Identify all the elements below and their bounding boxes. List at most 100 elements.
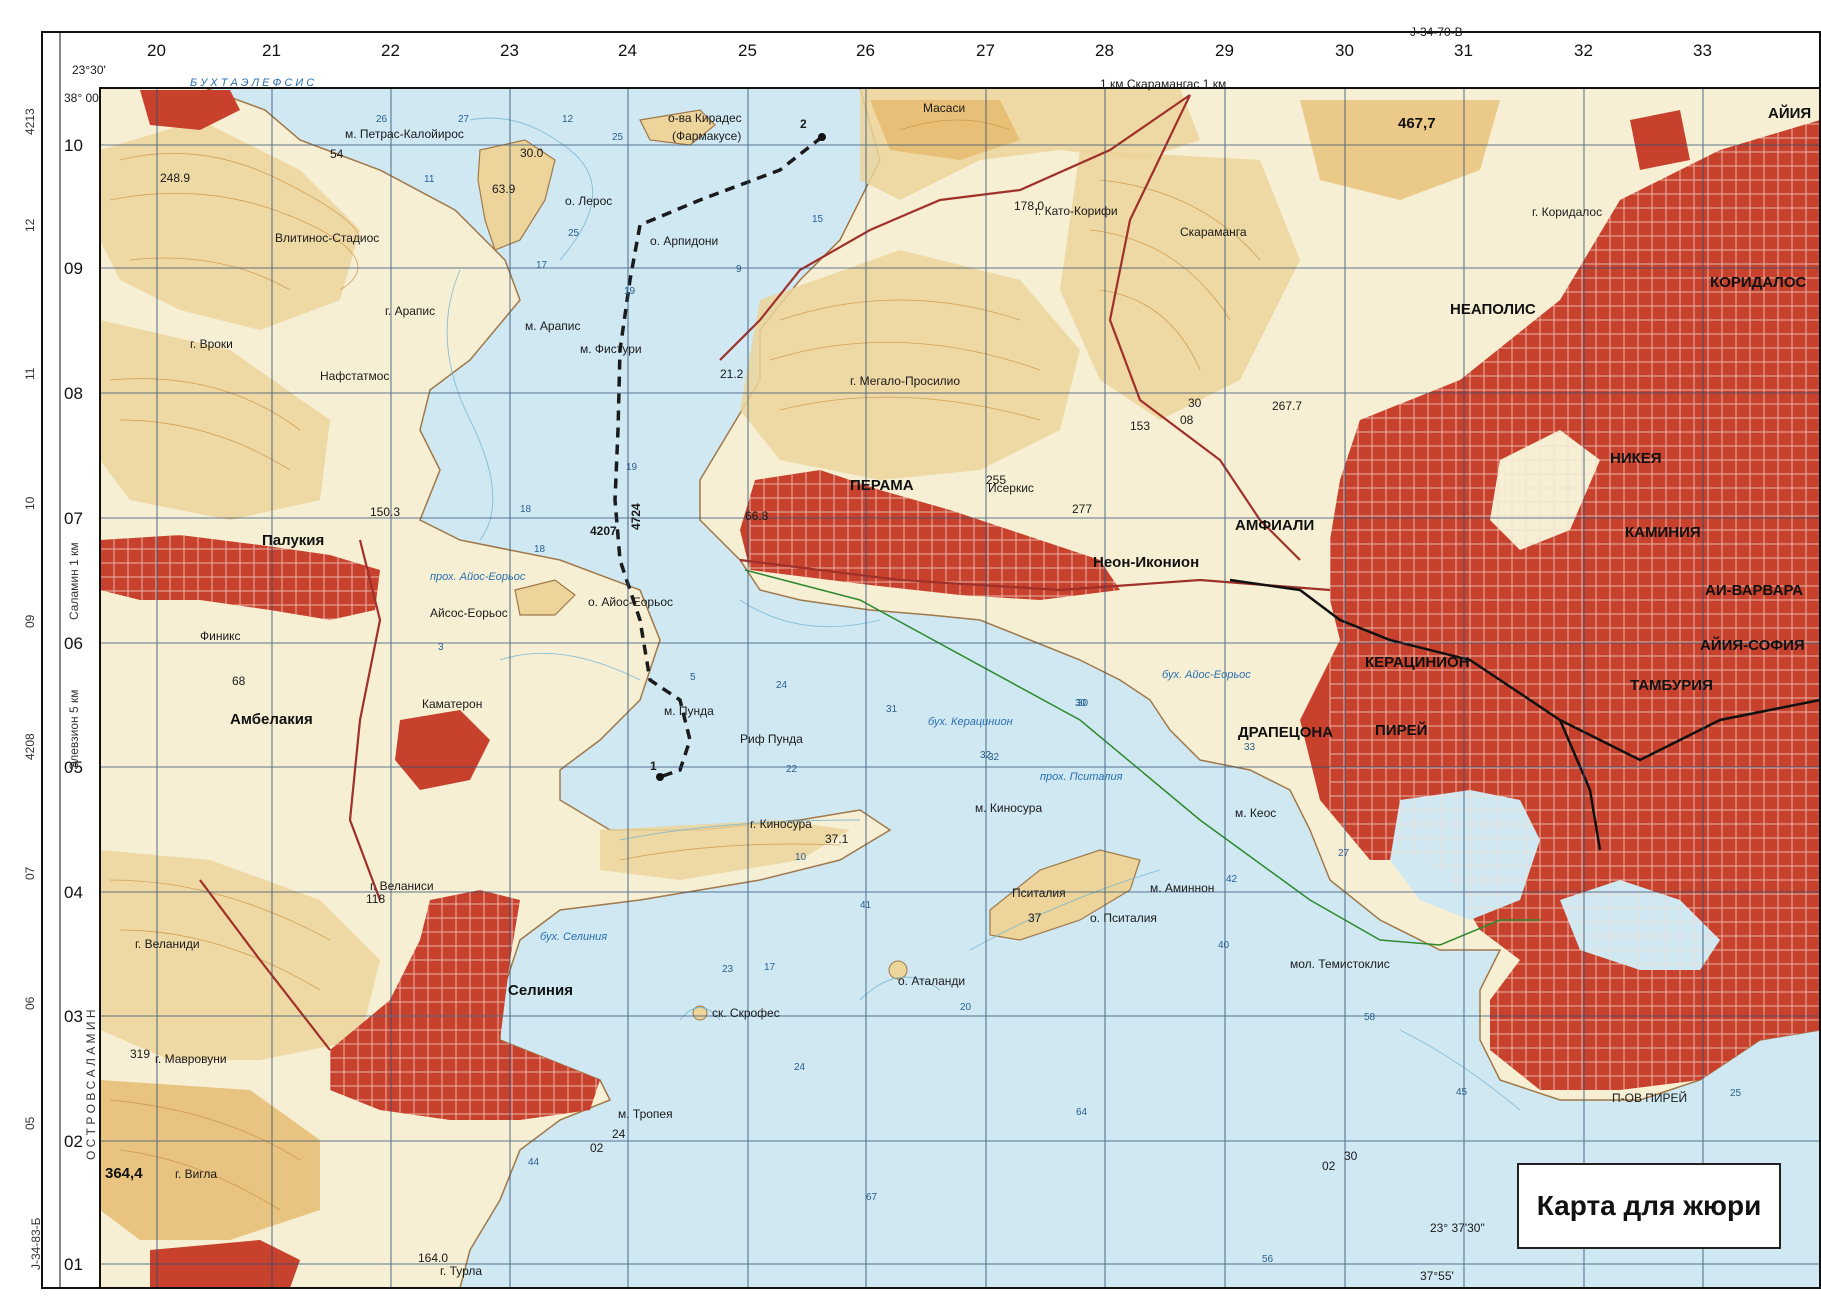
depth-value: 41: [860, 900, 872, 911]
label-tropea: м. Тропея: [618, 1107, 673, 1121]
label-keratsinion: КЕРАЦИНИОН: [1365, 654, 1470, 671]
depth-value: 17: [764, 962, 776, 973]
depth-value: 42: [1226, 874, 1238, 885]
label-rif-punda: Риф Пунда: [740, 732, 803, 746]
label-vroki: г. Вроки: [190, 337, 233, 351]
route-start-point: [656, 773, 664, 781]
spot-height: 164.0: [418, 1251, 448, 1265]
label-arapis2: г. Арапис: [385, 304, 435, 318]
spot-height: 178.0: [1014, 199, 1044, 213]
spot-height: 248.9: [160, 171, 190, 185]
depth-value: 64: [1076, 1107, 1088, 1118]
depth-value: 18: [520, 504, 532, 515]
depth-value: 22: [786, 764, 798, 775]
coord-mark: 30: [1344, 1149, 1358, 1163]
label-drapetsona: ДРАПЕЦОНА: [1238, 724, 1333, 741]
corner-bl-lat: 37°55': [1420, 1269, 1454, 1283]
depth-value: 5: [690, 672, 696, 683]
label-punda: м. Пунда: [664, 704, 714, 718]
depth-value: 30: [1075, 698, 1087, 709]
grid-y-label: 02: [64, 1132, 83, 1151]
depth-value: 19: [626, 462, 638, 473]
depth-value: 3: [438, 642, 444, 653]
depth-value: 25: [612, 132, 624, 143]
label-kinosura-g: г. Киносура: [750, 817, 812, 831]
coord-mark: 08: [1180, 413, 1194, 427]
label-vigla-h: 364,4: [105, 1165, 143, 1182]
route-label: 4724: [629, 503, 643, 530]
depth-value: 27: [1338, 848, 1350, 859]
left-scale-2: Элевзион 5 км: [67, 690, 81, 771]
depth-value: 10: [795, 852, 807, 863]
label-naftstatmos: Нафстатмос: [320, 369, 389, 383]
label-kamateron: Каматерон: [422, 697, 482, 711]
label-selinia-bay: бух. Селиния: [540, 931, 607, 943]
grid-x-label: 25: [738, 41, 757, 60]
grid-y-label: 01: [64, 1255, 83, 1274]
grid-x-label: 20: [147, 41, 166, 60]
grid-y-label: 08: [64, 384, 83, 403]
label-temistoklis: мол. Темистоклис: [1290, 957, 1390, 971]
label-p-ov-pirey: П-ОВ ПИРЕЙ: [1612, 1090, 1687, 1105]
label-kinosura-m: м. Киносура: [975, 801, 1042, 815]
route-label: 1: [650, 759, 657, 773]
spot-height: 66.8: [745, 509, 769, 523]
spot-height: 319: [130, 1047, 150, 1061]
label-ambelakia: Амбелакия: [230, 711, 313, 728]
coord-mark: 24: [612, 1127, 626, 1141]
grid-y-alt-label: 4213: [23, 108, 37, 135]
spot-height: 21.2: [720, 367, 744, 381]
label-leros: о. Лерос: [565, 194, 612, 208]
depth-value: 25: [1730, 1088, 1742, 1099]
label-keos: м. Кеос: [1235, 806, 1276, 820]
corner-lat: 38° 00': [64, 91, 101, 105]
spot-height: 255: [986, 473, 1006, 487]
label-fistoyri: м. Фистури: [580, 342, 642, 356]
depth-value: 11: [424, 174, 435, 185]
label-arapis: м. Арапис: [525, 319, 580, 333]
label-selinia: Селиния: [508, 982, 573, 999]
route-label: 4207: [590, 524, 617, 538]
spot-height: 277: [1072, 502, 1092, 516]
grid-y-label: 04: [64, 883, 83, 902]
label-mavrovuni: г. Мавровуни: [155, 1052, 227, 1066]
label-o-psitalia: о. Пситалия: [1090, 911, 1157, 925]
grid-y-alt-label: 05: [23, 1116, 37, 1130]
grid-y-label: 03: [64, 1007, 83, 1026]
spot-height: 118: [366, 892, 385, 906]
depth-value: 26: [376, 114, 388, 125]
label-skrofes: ск. Скрофес: [712, 1006, 780, 1020]
label-masasi: Масаси: [923, 101, 965, 115]
map-sheet: 20 21 22 23 24 25 26 27 28 29 30 31 32 33 10 09 08 07 06 05…: [0, 0, 1821, 1292]
label-kaminia: КАМИНИЯ: [1625, 524, 1701, 541]
spot-height: 267.7: [1272, 399, 1302, 413]
label-amfiali: АМФИАЛИ: [1235, 517, 1314, 534]
corner-bl-lon: 23° 37'30": [1430, 1221, 1485, 1235]
depth-value: 12: [562, 114, 574, 125]
spot-height: 68: [232, 674, 246, 688]
depth-value: 25: [568, 228, 580, 239]
depth-value: 18: [534, 544, 546, 555]
depth-value: 33: [1244, 742, 1256, 753]
label-megalo: г. Мегало-Просилио: [850, 374, 960, 388]
jury-map-label: Карта для жюри: [1517, 1163, 1781, 1249]
label-tamburia: ТАМБУРИЯ: [1630, 677, 1713, 694]
grid-y-alt-label: 4208: [23, 733, 37, 760]
label-perama: ПЕРАМА: [850, 477, 914, 494]
label-pirey: ПИРЕЙ: [1375, 721, 1427, 739]
left-scale: Саламин 1 км: [67, 542, 81, 620]
coord-mark: 02: [1322, 1159, 1336, 1173]
grid-x-label: 26: [856, 41, 875, 60]
map-body: [99, 87, 1821, 1289]
grid-x-label: 27: [976, 41, 995, 60]
grid-y-label: 06: [64, 634, 83, 653]
island-title: О С Т Р О В С А Л А М И Н: [84, 1009, 98, 1160]
corner-lon: 23°30': [72, 63, 106, 77]
depth-value: 24: [794, 1062, 806, 1073]
label-vigla: г. Вигла: [175, 1167, 217, 1181]
spot-height: 30.0: [520, 146, 544, 160]
coord-mark: 02: [590, 1141, 604, 1155]
route-end-point: [818, 133, 826, 141]
grid-y-alt-label: 07: [23, 866, 37, 880]
depth-value: 9: [736, 264, 742, 275]
